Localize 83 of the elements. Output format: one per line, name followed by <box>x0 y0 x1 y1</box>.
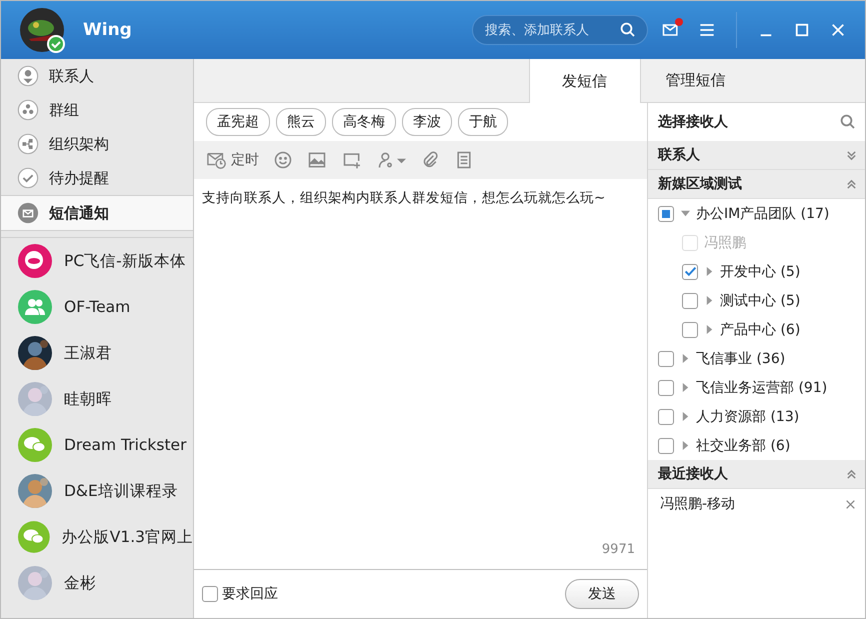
chat-item[interactable]: 王淑君 <box>1 330 193 376</box>
nav-item[interactable]: 短信通知 <box>1 195 193 231</box>
expanded-caret-icon[interactable] <box>680 209 690 218</box>
nav-item[interactable]: 待办提醒 <box>1 161 193 195</box>
nav-item[interactable]: 组织架构 <box>1 127 193 161</box>
chat-item[interactable]: D&E培训课程录 <box>1 468 193 514</box>
search-icon <box>839 113 857 131</box>
section-title: 最近接收人 <box>658 465 728 483</box>
tree-item-label[interactable]: 人力资源部 (13) <box>696 408 800 426</box>
search-field[interactable]: 搜索、添加联系人 <box>472 15 648 45</box>
section-title: 联系人 <box>658 146 700 164</box>
section-header[interactable]: 最近接收人 <box>648 460 865 489</box>
character-count: 9971 <box>602 542 635 557</box>
tree-item-label[interactable]: 飞信事业 (36) <box>696 350 786 368</box>
tree-item-label[interactable]: 开发中心 (5) <box>720 262 800 280</box>
chat-item[interactable]: OF-Team <box>1 284 193 330</box>
nav-item[interactable]: 群组 <box>1 93 193 127</box>
checkbox[interactable] <box>658 438 674 454</box>
collapsed-caret-icon[interactable] <box>704 267 714 276</box>
user-name: Wing <box>83 20 133 40</box>
recent-recipient[interactable]: 冯照鹏-移动 <box>660 495 736 513</box>
person-icon <box>17 65 39 87</box>
logo-avatar-icon <box>18 244 52 278</box>
section-title: 新媒区域测试 <box>658 175 742 193</box>
recipient-chip[interactable]: 于航 <box>458 108 508 136</box>
chat-item[interactable]: 眭朝晖 <box>1 376 193 422</box>
group-icon <box>17 99 39 121</box>
collapsed-caret-icon[interactable] <box>680 383 690 392</box>
envelope-clock-icon[interactable] <box>206 150 228 170</box>
collapsed-caret-icon[interactable] <box>704 325 714 334</box>
remove-icon <box>844 498 857 510</box>
collapse-icon[interactable] <box>846 178 857 190</box>
checkbox[interactable] <box>682 322 698 338</box>
recipient-chip[interactable]: 高冬梅 <box>332 108 396 136</box>
section-header[interactable]: 新媒区域测试 <box>648 170 865 199</box>
chat-item[interactable]: Dream Trickster <box>1 422 193 468</box>
chat-item[interactable]: 办公版V1.3官网上 <box>1 514 193 560</box>
checkbox[interactable] <box>658 206 674 222</box>
recipient-chip[interactable]: 熊云 <box>276 108 326 136</box>
tree-item-label[interactable]: 办公IM产品团队 (17) <box>696 204 830 222</box>
collapsed-caret-icon[interactable] <box>680 354 690 363</box>
picker-title: 选择接收人 <box>658 113 728 131</box>
chat-avatar-icon <box>18 428 52 462</box>
collapsed-caret-icon[interactable] <box>680 412 690 421</box>
checkmark-icon <box>17 167 39 189</box>
tree-item-label[interactable]: 社交业务部 (6) <box>696 436 790 454</box>
contact-card-button[interactable] <box>377 150 406 170</box>
search-input[interactable]: 搜索、添加联系人 <box>483 22 613 38</box>
timer-button[interactable]: 定时 <box>206 150 259 170</box>
envelope-icon <box>17 202 39 224</box>
tree-item-label[interactable]: 飞信业务运营部 (91) <box>696 378 828 396</box>
recipient-chip[interactable]: 孟宪超 <box>206 108 270 136</box>
section-header[interactable]: 联系人 <box>648 141 865 170</box>
checkbox[interactable] <box>682 264 698 280</box>
chat-avatar-icon <box>18 520 50 554</box>
expand-icon[interactable] <box>846 150 857 160</box>
require-reply-label: 要求回应 <box>222 585 278 603</box>
search-icon <box>619 21 637 39</box>
checkbox[interactable] <box>658 380 674 396</box>
checkbox[interactable] <box>658 350 674 366</box>
message-text: 支持向联系人，组织架构内联系人群发短信，想怎么玩就怎么玩~ <box>202 190 606 206</box>
chat-item[interactable]: PC飞信-新版本体 <box>1 238 193 284</box>
tree-item-label[interactable]: 测试中心 (5) <box>720 292 800 310</box>
tab[interactable]: 管理短信 <box>640 59 750 102</box>
send-button[interactable]: 发送 <box>565 579 639 609</box>
checkbox[interactable] <box>682 292 698 308</box>
collapse-icon[interactable] <box>846 468 857 480</box>
dropdown-caret-icon[interactable] <box>397 156 406 164</box>
maximize-icon[interactable] <box>793 21 811 39</box>
tab[interactable]: 发短信 <box>528 59 640 103</box>
checkbox[interactable] <box>658 408 674 424</box>
nav-item[interactable]: 联系人 <box>1 59 193 93</box>
collapsed-caret-icon[interactable] <box>680 441 690 450</box>
org-chart-icon <box>17 133 39 155</box>
team-avatar-icon <box>18 290 52 324</box>
tree-item-label[interactable]: 产品中心 (6) <box>720 320 800 338</box>
collapsed-caret-icon[interactable] <box>704 296 714 305</box>
emoji-button[interactable] <box>273 150 293 170</box>
recipient-chip[interactable]: 李波 <box>402 108 452 136</box>
chat-item[interactable]: 金彬 <box>1 560 193 606</box>
message-field[interactable]: 支持向联系人，组织架构内联系人群发短信，想怎么玩就怎么玩~ 9971 <box>194 179 647 569</box>
checkbox[interactable] <box>202 586 218 602</box>
image-button[interactable] <box>307 150 327 170</box>
